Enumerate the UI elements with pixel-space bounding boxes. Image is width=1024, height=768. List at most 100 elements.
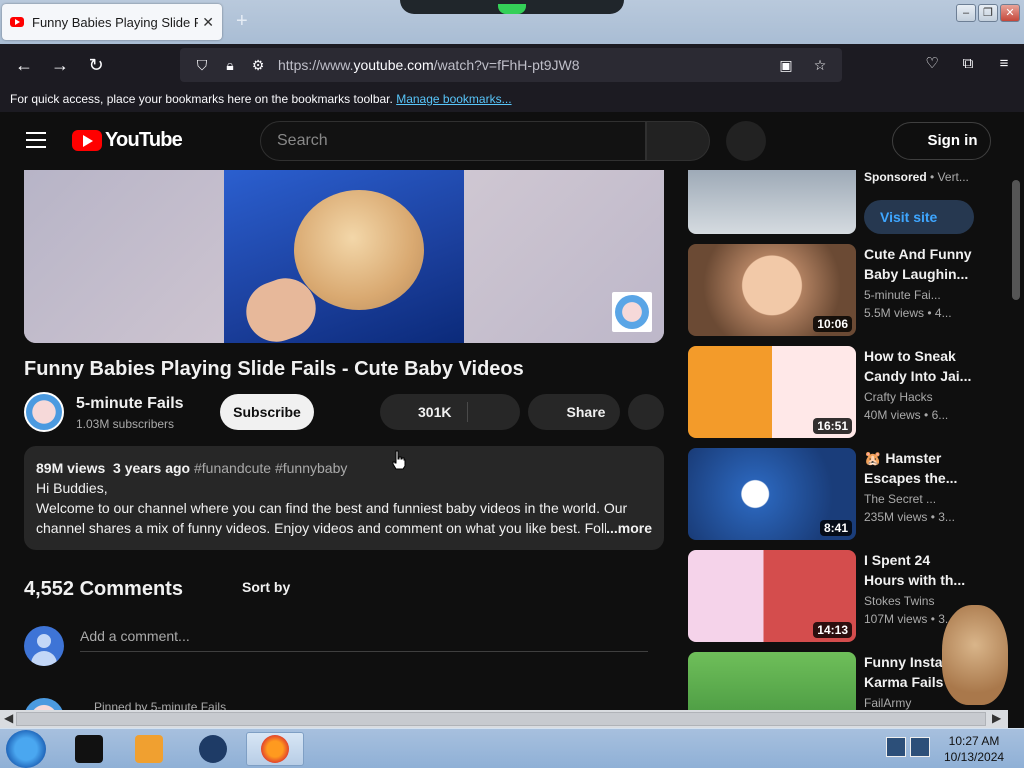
start-button[interactable] (6, 730, 46, 768)
pocket-icon[interactable]: ♡ (920, 52, 944, 76)
toolbar-right: ♡ ⧉ ≡ (920, 52, 1016, 76)
new-tab-icon[interactable]: + (236, 10, 248, 33)
recommendation-thumbnail[interactable] (688, 652, 856, 710)
taskbar-app-terminal[interactable] (60, 732, 118, 766)
shield-icon[interactable]: ⛉ (188, 57, 216, 74)
youtube-wordmark: YouTube (105, 129, 183, 151)
like-count[interactable]: 301K (418, 404, 451, 420)
os-taskbar: 10:27 AM 10/13/2024 (0, 728, 1024, 768)
browser-nav-bar: ← → ↻ ⛉ 🔒︎ ⚙ https://www.youtube.com/wat… (0, 44, 1024, 86)
forward-icon[interactable]: → (42, 47, 78, 83)
youtube-favicon-icon (10, 17, 24, 27)
hand-cursor-icon (392, 450, 406, 470)
pinned-label: Pinned by 5-minute Fails (94, 700, 227, 710)
recommendation-title[interactable]: How to Sneak Candy Into Jai... (864, 346, 974, 386)
extensions-icon[interactable]: ⧉ (956, 52, 980, 76)
ad-thumbnail[interactable] (688, 170, 856, 234)
url-bar[interactable]: ⛉ 🔒︎ ⚙ https://www.youtube.com/watch?v=f… (180, 48, 842, 82)
channel-watermark[interactable] (612, 292, 652, 332)
video-frame-baby (294, 190, 424, 310)
tab-title: Funny Babies Playing Slide Fails - Cute … (32, 14, 199, 30)
recommendation-thumbnail[interactable]: 16:51 (688, 346, 856, 438)
recommendation-thumbnail[interactable]: 8:41 (688, 448, 856, 540)
scroll-left-icon[interactable]: ◀ (4, 711, 13, 725)
subscribe-button[interactable]: Subscribe (220, 394, 314, 430)
video-player[interactable] (24, 170, 664, 343)
bookmarks-toolbar: For quick access, place your bookmarks h… (0, 86, 1024, 112)
recommendation-channel: 5-minute Fai... (864, 288, 941, 302)
pinned-comment-avatar[interactable] (24, 698, 64, 710)
video-frame-center (224, 170, 464, 343)
permissions-icon[interactable]: ⚙ (244, 57, 272, 74)
user-avatar (24, 626, 64, 666)
picture-in-picture-icon[interactable]: ▣ (772, 57, 800, 74)
channel-avatar[interactable] (24, 392, 64, 432)
search-input[interactable]: Search (260, 121, 646, 161)
restore-icon[interactable]: ❐ (978, 4, 998, 22)
share-button[interactable]: Share (528, 394, 620, 430)
media-player-icon (135, 735, 163, 763)
show-more-link[interactable]: ...more (606, 518, 652, 538)
taskbar-app-media[interactable] (120, 732, 178, 766)
volume-icon[interactable] (910, 737, 930, 757)
window-top-decoration (400, 0, 624, 14)
more-actions-button[interactable] (628, 394, 664, 430)
like-dislike-buttons[interactable]: 301K (380, 394, 520, 430)
minimize-icon[interactable]: – (956, 4, 976, 22)
browser-tab-bar: Funny Babies Playing Slide Fails - Cute … (0, 0, 1024, 44)
guide-menu-icon[interactable] (26, 132, 46, 148)
bookmark-star-icon[interactable]: ☆ (806, 57, 834, 74)
youtube-play-icon (72, 130, 102, 151)
description-line: channel shares a mix of funny videos. En… (36, 520, 616, 536)
recommendation-item[interactable]: 14:13 I Spent 24 Hours with th... Stokes… (688, 550, 988, 642)
menu-icon[interactable]: ≡ (992, 52, 1016, 76)
recommendation-item[interactable]: 8:41 🐹 Hamster Escapes the... The Secret… (688, 448, 988, 540)
subscriber-count: 1.03M subscribers (76, 417, 175, 431)
voice-search-button[interactable] (726, 121, 766, 161)
vertical-scroll-thumb[interactable] (1012, 180, 1020, 300)
channel-name[interactable]: 5-minute Fails (76, 395, 184, 413)
url-text[interactable]: https://www.youtube.com/watch?v=fFhH-pt9… (278, 57, 580, 73)
network-icon[interactable] (886, 737, 906, 757)
video-meta: 89M views 3 years ago #funandcute #funny… (36, 458, 652, 478)
description-box[interactable]: 89M views 3 years ago #funandcute #funny… (24, 446, 664, 550)
hashtags[interactable]: #funandcute #funnybaby (194, 460, 347, 476)
taskbar-clock[interactable]: 10:27 AM 10/13/2024 (944, 733, 1004, 765)
window-close-icon[interactable]: ✕ (1000, 4, 1020, 22)
watch-page: Funny Babies Playing Slide Fails - Cute … (0, 170, 1008, 710)
recommendation-views: 40M views • 6... (864, 408, 949, 422)
terminal-icon (75, 735, 103, 763)
sponsored-label: Sponsored • Vert... (864, 170, 969, 184)
recommendation-title[interactable]: I Spent 24 Hours with th... (864, 550, 974, 590)
sort-by-button[interactable]: Sort by (242, 579, 290, 595)
horizontal-scroll-thumb[interactable] (16, 712, 986, 726)
video-duration: 16:51 (813, 418, 852, 434)
sign-in-button[interactable]: Sign in (892, 122, 991, 160)
system-tray (886, 737, 930, 757)
horizontal-scrollbar[interactable]: ◀ ▶ (0, 710, 1008, 728)
youtube-logo[interactable]: YouTube (72, 129, 183, 152)
recommendation-item[interactable]: 16:51 How to Sneak Candy Into Jai... Cra… (688, 346, 988, 438)
recommendation-title[interactable]: 🐹 Hamster Escapes the... (864, 448, 974, 488)
tab-close-icon[interactable]: ✕ (202, 14, 214, 31)
reload-icon[interactable]: ↻ (78, 47, 114, 83)
video-duration: 10:06 (813, 316, 852, 332)
recommendation-title[interactable]: Cute And Funny Baby Laughin... (864, 244, 974, 284)
browser-tab[interactable]: Funny Babies Playing Slide Fails - Cute … (2, 4, 222, 40)
visit-site-button[interactable]: Visit site (864, 200, 974, 234)
search-button[interactable] (646, 121, 710, 161)
recommendation-thumbnail[interactable]: 14:13 (688, 550, 856, 642)
taskbar-app-firefox[interactable] (246, 732, 304, 766)
taskbar-app-globe[interactable] (184, 732, 242, 766)
recommendation-thumbnail[interactable]: 10:06 (688, 244, 856, 336)
clock-date: 10/13/2024 (944, 750, 1005, 764)
back-icon[interactable]: ← (6, 47, 42, 83)
hamster-overlay-image (942, 605, 1008, 705)
lock-icon[interactable]: 🔒︎ (216, 57, 244, 74)
manage-bookmarks-link[interactable]: Manage bookmarks... (396, 92, 511, 106)
sponsored-ad[interactable]: Sponsored • Vert... Visit site (688, 170, 988, 234)
vertical-scrollbar[interactable] (1008, 170, 1024, 710)
recommendation-item[interactable]: 10:06 Cute And Funny Baby Laughin... 5-m… (688, 244, 988, 336)
scroll-right-icon[interactable]: ▶ (992, 711, 1001, 725)
add-comment-input[interactable]: Add a comment... (80, 628, 648, 652)
